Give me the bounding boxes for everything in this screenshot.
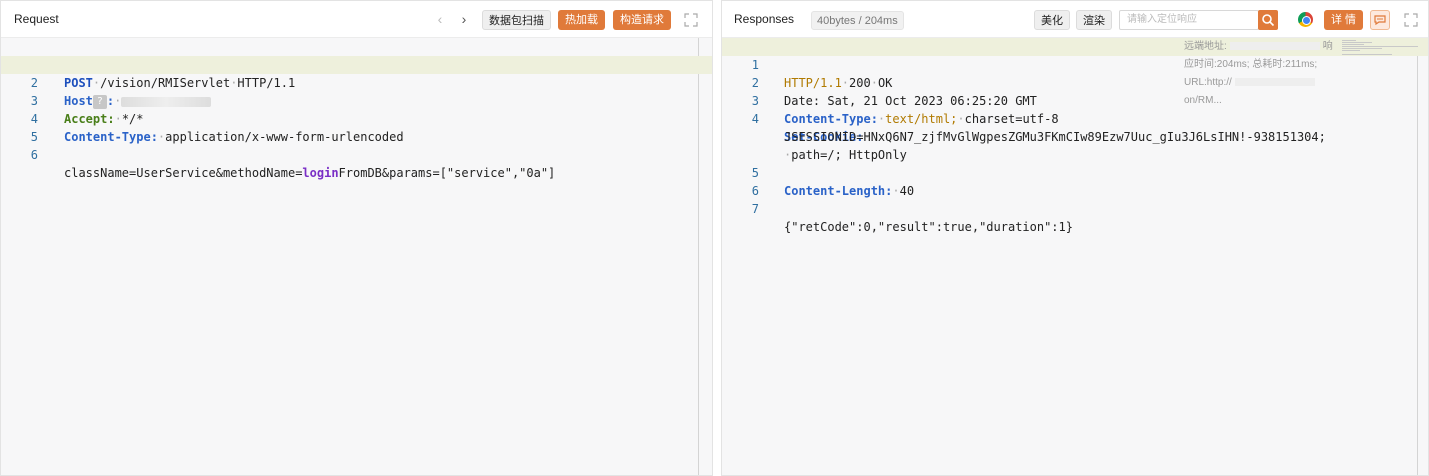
render-button[interactable]: 渲染 bbox=[1076, 10, 1112, 30]
request-header: Request ‹ › 数据包扫描 热加载 构造请求 bbox=[1, 1, 712, 38]
request-line-2: 2 Host?:· bbox=[1, 56, 712, 109]
response-line-5: 5 Content-Length:·40 bbox=[751, 166, 915, 198]
message-icon bbox=[1374, 15, 1386, 26]
response-title: Responses bbox=[734, 12, 795, 26]
request-title: Request bbox=[14, 12, 59, 26]
response-line-4-cont-1: JSESSIONID=HNxQ6N7_zjfMvGlWgpesZGMu3FKmC… bbox=[784, 130, 1326, 144]
response-info-tooltip: 远端地址: 响 应时间:204ms; 总耗时:211ms; URL:http://… bbox=[1184, 41, 1333, 106]
build-request-button[interactable]: 构造请求 bbox=[613, 10, 671, 30]
packet-scan-button[interactable]: 数据包扫描 bbox=[482, 10, 551, 30]
request-line-5: 5 bbox=[30, 130, 38, 144]
request-editor[interactable]: 1 POST·/vision/RMIServlet·HTTP/1.1 2 Hos… bbox=[1, 38, 712, 475]
message-button[interactable] bbox=[1370, 10, 1390, 30]
chevron-left-icon[interactable]: ‹ bbox=[433, 12, 447, 28]
expand-icon[interactable] bbox=[684, 13, 698, 27]
response-line-4-cont-2: ·path=/; HttpOnly bbox=[784, 148, 907, 162]
chevron-right-icon[interactable]: › bbox=[457, 12, 471, 28]
minimap[interactable] bbox=[1342, 38, 1422, 58]
redacted-url bbox=[1234, 78, 1315, 87]
search-icon bbox=[1262, 14, 1275, 27]
response-panel: Responses 40bytes / 204ms 美化 渲染 请输入定位响应 … bbox=[721, 0, 1429, 476]
search-button[interactable] bbox=[1258, 10, 1278, 30]
redacted-address bbox=[1229, 42, 1320, 51]
chrome-icon[interactable] bbox=[1298, 12, 1313, 27]
response-editor[interactable]: 1 HTTP/1.1·200·OK 2 Date: Sat, 21 Oct 20… bbox=[722, 38, 1428, 475]
request-line-6: 6 className=UserService&methodName=login… bbox=[30, 148, 556, 180]
request-line-4: 4 Content-Type:·application/x-www-form-u… bbox=[30, 112, 404, 144]
response-line-6: 6 bbox=[751, 184, 759, 198]
detail-button[interactable]: 详 情 bbox=[1324, 10, 1364, 30]
expand-icon[interactable] bbox=[1404, 13, 1418, 27]
locate-response-input[interactable]: 请输入定位响应 bbox=[1119, 10, 1259, 30]
hot-load-button[interactable]: 热加载 bbox=[558, 10, 605, 30]
request-line-1: 1 POST·/vision/RMIServlet·HTTP/1.1 bbox=[31, 58, 296, 90]
beautify-button[interactable]: 美化 bbox=[1034, 10, 1070, 30]
response-line-7: 7 {"retCode":0,"result":true,"duration":… bbox=[751, 202, 1073, 234]
response-size-badge: 40bytes / 204ms bbox=[811, 11, 904, 30]
response-header: Responses 40bytes / 204ms 美化 渲染 请输入定位响应 … bbox=[722, 1, 1428, 38]
request-line-3: 3 Accept:·*/* bbox=[30, 94, 144, 126]
request-panel: Request ‹ › 数据包扫描 热加载 构造请求 1 POST·/visio… bbox=[0, 0, 713, 476]
